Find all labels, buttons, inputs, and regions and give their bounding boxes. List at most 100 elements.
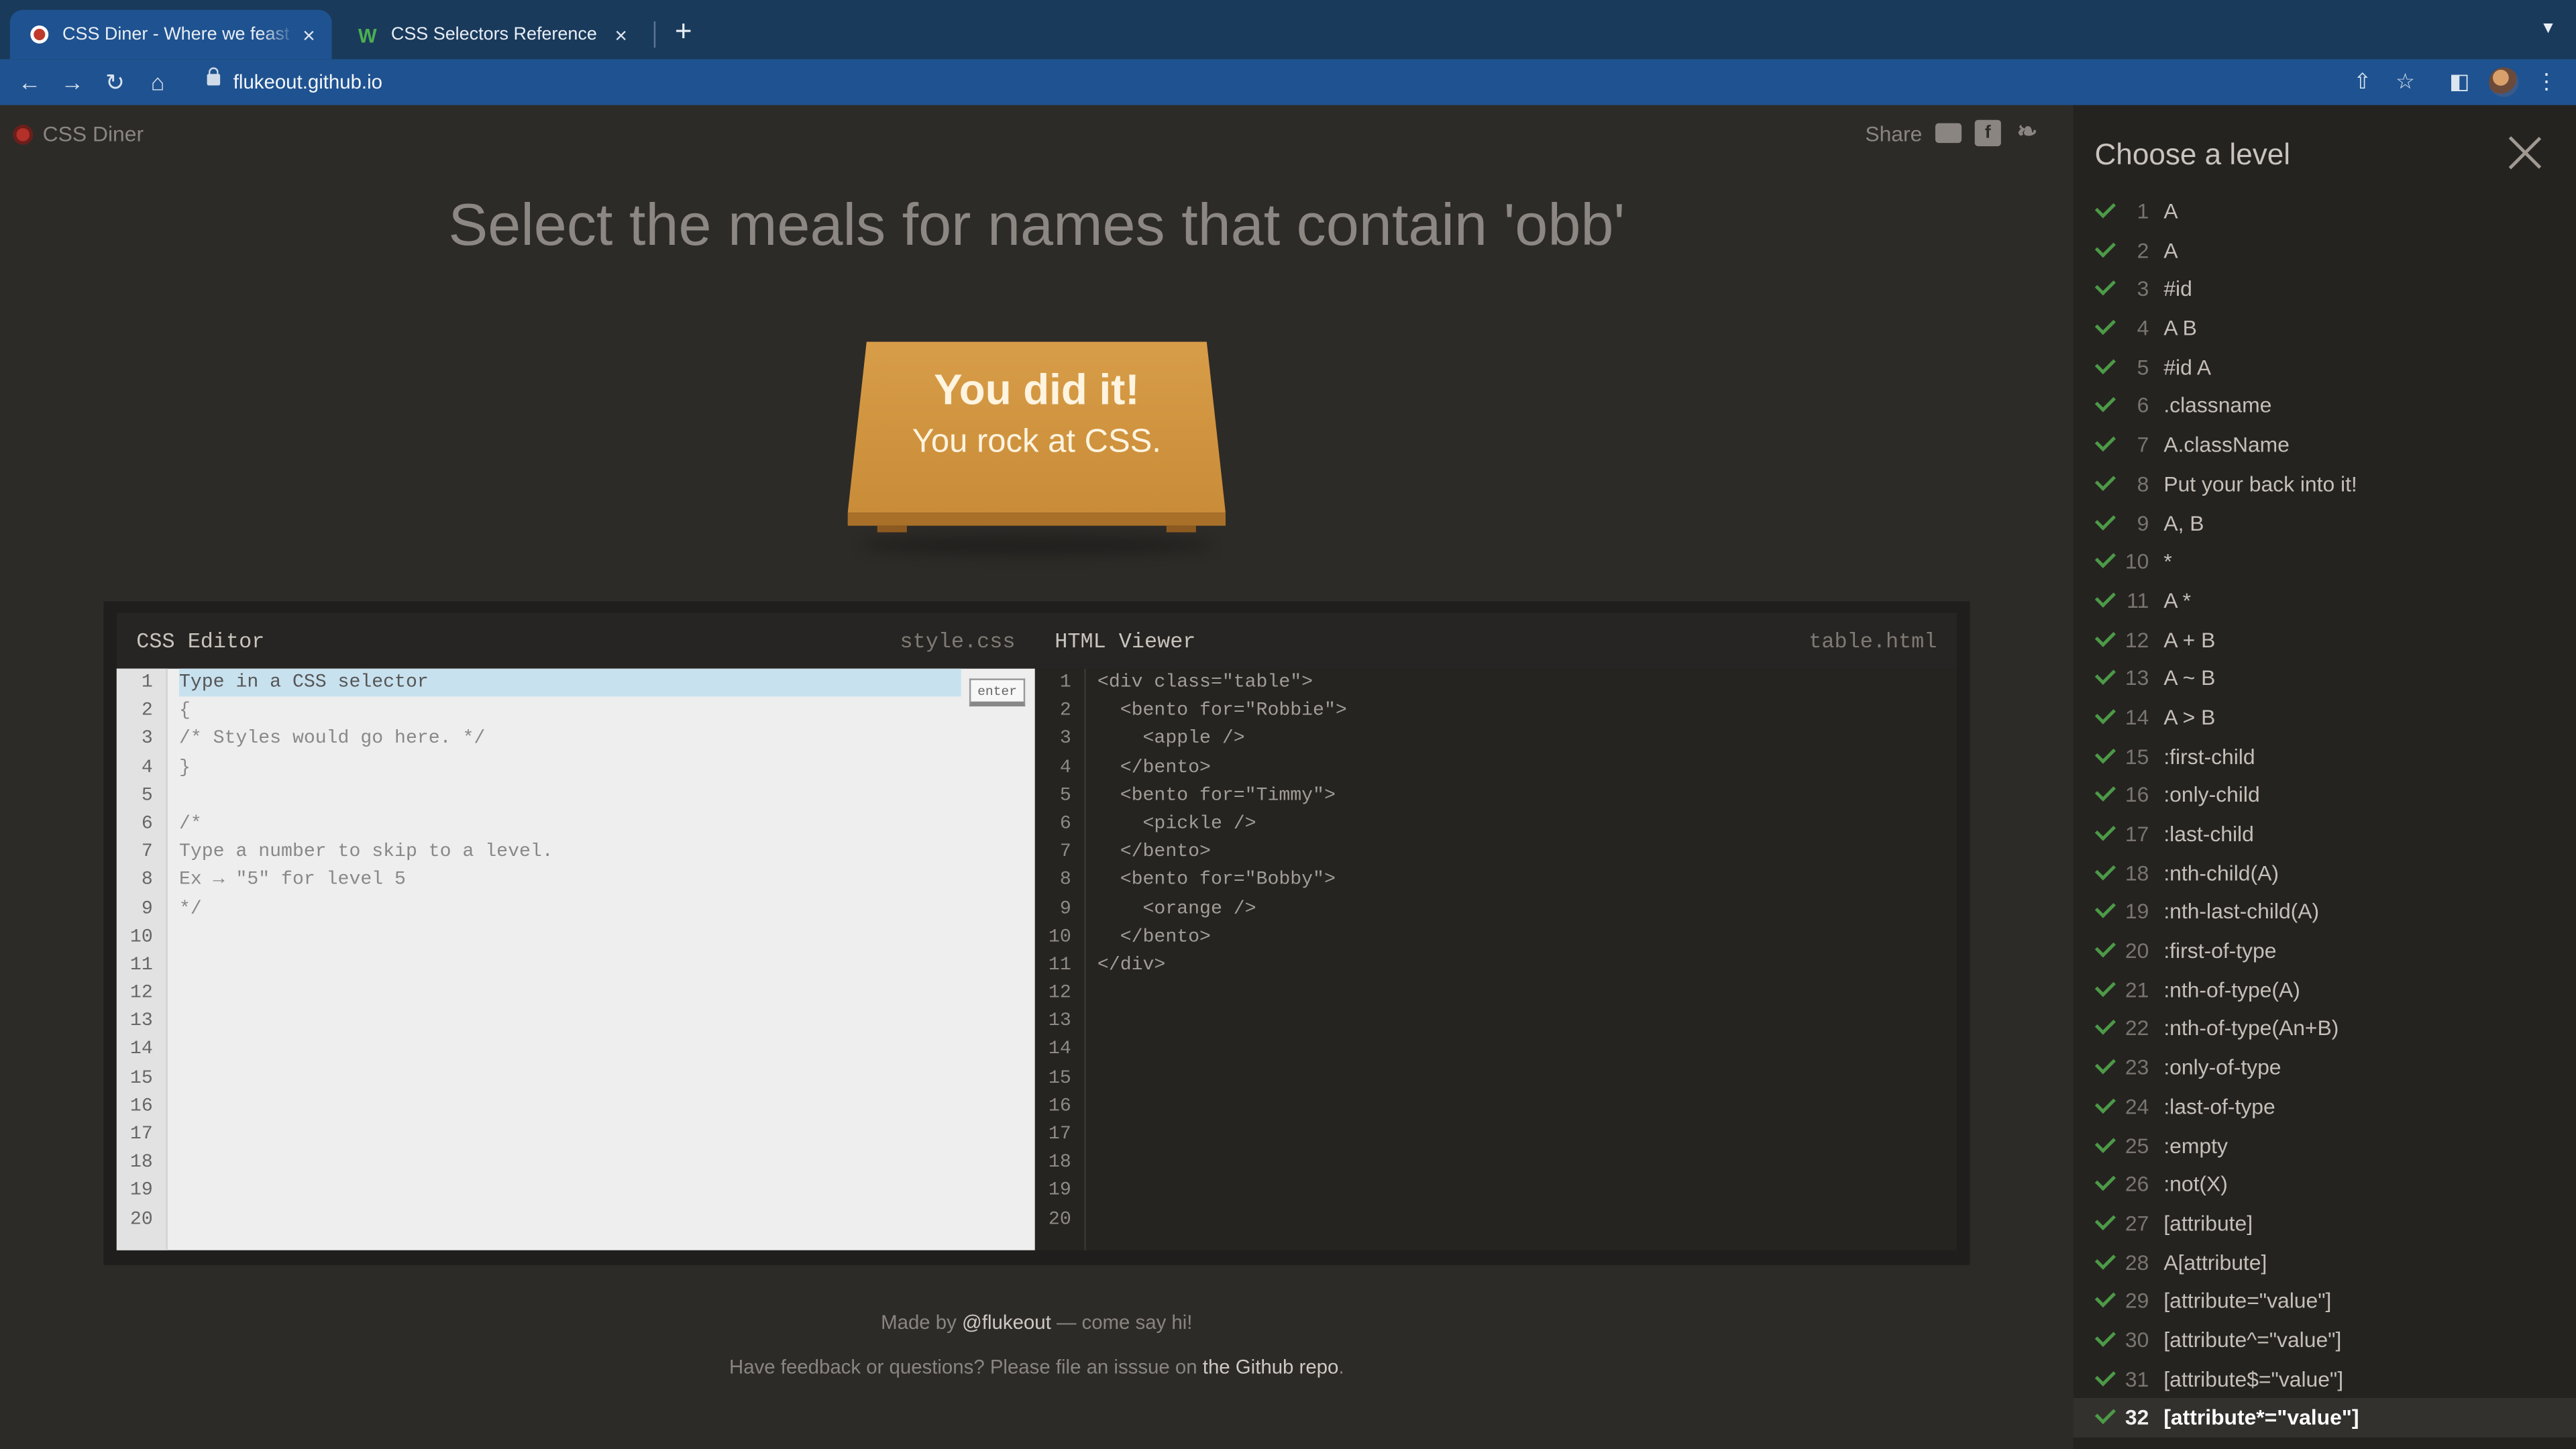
line-number: 18: [1048, 1152, 1071, 1174]
close-icon[interactable]: [2507, 135, 2543, 171]
level-number: 29: [2125, 1288, 2149, 1313]
level-item-3[interactable]: 3 #id: [2074, 270, 2576, 309]
bookmark-star-icon[interactable]: ☆: [2389, 66, 2422, 99]
profile-avatar[interactable]: [2489, 67, 2519, 97]
css-code[interactable]: Type in a CSS selector {/* Styles would g…: [178, 668, 961, 923]
level-name: A[attribute]: [2163, 1249, 2267, 1275]
level-item-28[interactable]: 28 A[attribute]: [2074, 1243, 2576, 1282]
level-item-2[interactable]: 2A: [2074, 231, 2576, 270]
level-item-10[interactable]: 10 *: [2074, 543, 2576, 582]
level-name: A: [2163, 237, 2178, 263]
level-item-21[interactable]: 21:nth-of-type(A): [2074, 971, 2576, 1010]
level-item-29[interactable]: 29 [attribute="value"]: [2074, 1282, 2576, 1321]
level-name: A *: [2163, 588, 2192, 613]
level-name: A: [2163, 199, 2178, 224]
logo[interactable]: CSS Diner: [13, 121, 144, 146]
level-item-13[interactable]: 13 A ~ B: [2074, 659, 2576, 698]
credit-text: Made by: [881, 1311, 963, 1334]
level-name: [attribute$="value"]: [2163, 1366, 2344, 1391]
tab-css-diner[interactable]: CSS Diner - Where we feast on CSS ×: [9, 9, 332, 60]
level-item-30[interactable]: 30 [attribute^="value"]: [2074, 1321, 2576, 1360]
flukeout-link[interactable]: @flukeout: [962, 1311, 1051, 1334]
level-name: :empty: [2163, 1132, 2228, 1158]
level-item-16[interactable]: 16:only-child: [2074, 776, 2576, 815]
level-name: :nth-last-child(A): [2163, 899, 2320, 924]
html-viewer: 1 2 3 4 5 6 7 8 9 10 11 12 13 14 15 16 17 18 19 20 <div cla…: [1034, 668, 1957, 1250]
level-item-4[interactable]: 4 A B: [2074, 309, 2576, 348]
logo-text: CSS Diner: [42, 121, 144, 146]
level-name: :nth-of-type(A): [2163, 977, 2300, 1002]
level-name: :last-child: [2163, 821, 2254, 847]
enter-button[interactable]: enter: [969, 678, 1026, 707]
line-number: 6: [1059, 813, 1071, 835]
level-item-27[interactable]: 27 [attribute]: [2074, 1204, 2576, 1243]
code-line: <bento for="Robbie">: [1097, 700, 1347, 722]
dinner-table: You did it! You rock at CSS.: [847, 341, 1226, 555]
level-name: A.className: [2163, 432, 2290, 458]
browser-menu-icon[interactable]: ⋮: [2530, 66, 2563, 99]
game-page: CSS Diner Share f ❧ Select the meals for…: [0, 105, 2074, 1449]
level-number: 12: [2125, 627, 2149, 652]
line-number: 14: [1048, 1038, 1071, 1061]
level-number: 20: [2125, 938, 2149, 963]
level-item-17[interactable]: 17 :last-child: [2074, 815, 2576, 854]
code-line: <pickle />: [1097, 813, 1256, 835]
forward-arrow-icon[interactable]: →: [56, 66, 89, 99]
level-number: 19: [2125, 899, 2149, 924]
tab-close-icon[interactable]: ×: [608, 22, 634, 47]
css-editor[interactable]: 1 2 3 4 5 6 7 8 9 10 11 12 13 14 15 16 17 18 19 20 Type in …: [116, 668, 1035, 1250]
level-item-23[interactable]: 23:only-of-type: [2074, 1049, 2576, 1087]
code-line: <apple />: [1097, 728, 1245, 750]
level-item-11[interactable]: 11 A *: [2074, 582, 2576, 621]
level-item-24[interactable]: 24:last-of-type: [2074, 1087, 2576, 1126]
reload-icon[interactable]: ↻: [99, 66, 131, 99]
table-leg: [877, 525, 907, 533]
github-repo-link[interactable]: the Github repo: [1203, 1355, 1339, 1378]
level-item-32[interactable]: 32 [attribute*="value"]: [2073, 1398, 2576, 1438]
level-number: 24: [2125, 1093, 2149, 1119]
html-viewer-header: HTML Viewer table.html: [1034, 612, 1957, 669]
line-numbers: 1 2 3 4 5 6 7 8 9 10 11 12 13 14 15 16 17 18 19 20: [116, 668, 168, 1250]
level-item-25[interactable]: 25:empty: [2074, 1126, 2576, 1165]
level-item-22[interactable]: 22:nth-of-type(An+B): [2074, 1010, 2576, 1049]
level-item-12[interactable]: 12 A + B: [2074, 621, 2576, 659]
facebook-icon[interactable]: f: [1974, 119, 2001, 146]
level-item-9[interactable]: 9 A, B: [2074, 504, 2576, 543]
level-item-31[interactable]: 31 [attribute$="value"]: [2074, 1360, 2576, 1399]
back-arrow-icon[interactable]: ←: [13, 66, 46, 99]
level-item-18[interactable]: 18:nth-child(A): [2074, 854, 2576, 893]
share-page-icon[interactable]: ⇧: [2346, 66, 2379, 99]
level-number: 2: [2137, 237, 2149, 263]
tab-close-icon[interactable]: ×: [296, 22, 322, 47]
level-item-14[interactable]: 14 A > B: [2074, 698, 2576, 737]
tab-css-selectors-reference[interactable]: W CSS Selectors Reference ×: [338, 10, 644, 59]
level-item-6[interactable]: 6 .classname: [2074, 387, 2576, 426]
code-line: }: [178, 756, 191, 778]
tab-search-chevron-icon[interactable]: ▼: [2540, 19, 2556, 38]
side-panel-icon[interactable]: ◧: [2443, 66, 2476, 99]
level-item-20[interactable]: 20:first-of-type: [2074, 932, 2576, 971]
level-name: [attribute^="value"]: [2163, 1327, 2342, 1352]
level-item-1[interactable]: 1A: [2074, 193, 2576, 231]
level-number: 28: [2125, 1249, 2149, 1275]
code-line: </bento>: [1097, 926, 1211, 948]
email-icon[interactable]: [1935, 123, 1962, 144]
level-number: 17: [2125, 821, 2149, 847]
level-item-15[interactable]: 15:first-child: [2074, 737, 2576, 776]
level-item-26[interactable]: 26:not(X): [2074, 1165, 2576, 1204]
level-item-19[interactable]: 19 :nth-last-child(A): [2074, 893, 2576, 932]
new-tab-button[interactable]: +: [667, 13, 700, 50]
code-line: Type in a CSS selector: [178, 668, 961, 697]
level-number: 4: [2137, 315, 2149, 341]
home-icon[interactable]: ⌂: [142, 66, 174, 99]
line-number: 11: [129, 954, 153, 976]
feedback-text: Have feedback or questions? Please file …: [729, 1355, 1203, 1379]
twitter-icon[interactable]: ❧: [2014, 119, 2040, 146]
level-item-7[interactable]: 7 A.className: [2074, 426, 2576, 465]
address-bar[interactable]: flukeout.github.io: [191, 64, 2425, 101]
line-number: 1: [141, 672, 153, 694]
browser-tab-bar: CSS Diner - Where we feast on CSS × W CS…: [0, 0, 2576, 60]
code-line: <bento for="Bobby">: [1097, 869, 1336, 892]
level-item-8[interactable]: 8 Put your back into it!: [2074, 465, 2576, 504]
level-item-5[interactable]: 5 #id A: [2074, 348, 2576, 387]
